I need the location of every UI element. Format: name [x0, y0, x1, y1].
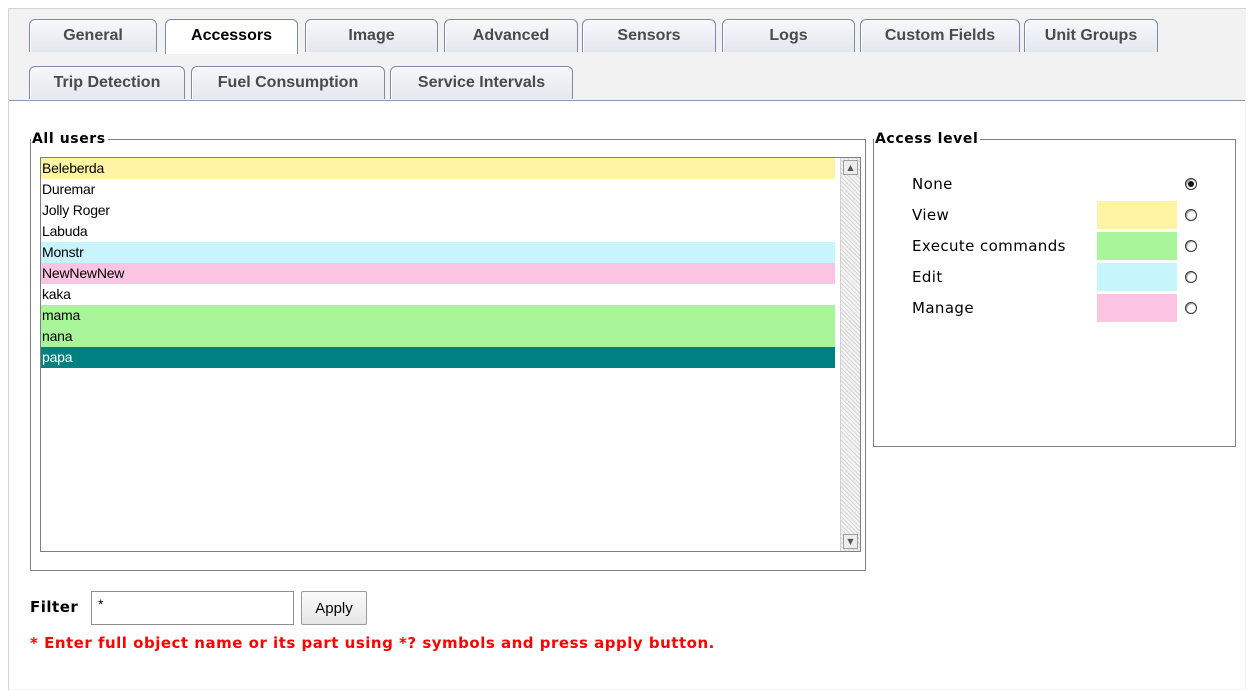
access-level-edit-color-swatch: [1097, 263, 1177, 291]
filter-label: Filter: [30, 598, 79, 616]
apply-button[interactable]: Apply: [301, 591, 367, 625]
access-level-edit-radio[interactable]: [1185, 271, 1197, 283]
access-level-execute-color-swatch: [1097, 232, 1177, 260]
tab-fuel-consumption[interactable]: Fuel Consumption: [191, 66, 385, 99]
user-list-item[interactable]: nana: [41, 326, 835, 347]
user-list-item[interactable]: Jolly Roger: [41, 200, 835, 221]
access-level-manage-color-swatch: [1097, 294, 1177, 322]
access-level-view-color-swatch: [1097, 201, 1177, 229]
access-level-view-radio[interactable]: [1185, 209, 1197, 221]
user-list-item[interactable]: Labuda: [41, 221, 835, 242]
access-level-legend: Access level: [875, 131, 979, 147]
user-list-item[interactable]: Beleberda: [41, 158, 835, 179]
access-level-manage-radio[interactable]: [1185, 302, 1197, 314]
user-list-item[interactable]: mama: [41, 305, 835, 326]
access-level-manage-label: Manage: [912, 299, 974, 317]
tab-service-intervals[interactable]: Service Intervals: [390, 66, 573, 99]
tab-custom-fields[interactable]: Custom Fields: [860, 19, 1020, 52]
filter-input[interactable]: [91, 591, 294, 625]
tab-general[interactable]: General: [29, 19, 157, 52]
user-list-item[interactable]: NewNewNew: [41, 263, 835, 284]
tab-unit-groups[interactable]: Unit Groups: [1024, 19, 1158, 52]
user-list-item[interactable]: Duremar: [41, 179, 835, 200]
tab-accessors[interactable]: Accessors: [165, 19, 298, 54]
user-list-item[interactable]: papa: [41, 347, 835, 368]
tab-advanced[interactable]: Advanced: [444, 19, 578, 52]
access-level-execute-label: Execute commands: [912, 237, 1066, 255]
user-list-item[interactable]: kaka: [41, 284, 835, 305]
tab-logs[interactable]: Logs: [722, 19, 855, 52]
tab-image[interactable]: Image: [305, 19, 438, 52]
access-level-view-label: View: [912, 206, 950, 224]
user-list-item[interactable]: Monstr: [41, 242, 835, 263]
tab-trip-detection[interactable]: Trip Detection: [29, 66, 185, 99]
users-list[interactable]: Beleberda Duremar Jolly Roger Labuda Monstr N…: [40, 157, 861, 552]
users-list-scrollbar[interactable]: ▲ ▼: [840, 158, 860, 551]
access-level-none-radio[interactable]: [1185, 178, 1197, 190]
all-users-legend: All users: [32, 131, 106, 147]
filter-hint: * Enter full object name or its part usi…: [30, 634, 715, 652]
scroll-down-arrow-icon[interactable]: ▼: [843, 534, 858, 549]
scroll-up-arrow-icon[interactable]: ▲: [843, 160, 858, 175]
access-level-edit-label: Edit: [912, 268, 943, 286]
tab-sensors[interactable]: Sensors: [582, 19, 716, 52]
users-rows: Beleberda Duremar Jolly Roger Labuda Monstr N…: [41, 158, 860, 368]
access-level-none-label: None: [912, 175, 953, 193]
access-level-execute-radio[interactable]: [1185, 240, 1197, 252]
